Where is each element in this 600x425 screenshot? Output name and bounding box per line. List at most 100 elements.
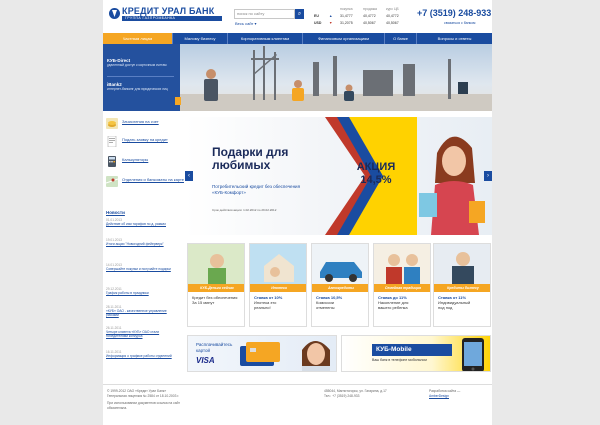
application-icon (107, 136, 117, 147)
nav-item-private[interactable]: Частным лицам (103, 33, 173, 44)
card-body: Ставка от 11% Индивидуальный под под (438, 295, 489, 310)
rates-buy-arrow: ▲ (329, 14, 333, 18)
hero-pointer-icon (175, 97, 181, 105)
sidebar-item-label: Калькуляторы (122, 157, 149, 162)
product-card-car-loan[interactable]: Автокредиты Ставка 10,5% Комиссии отмене… (311, 243, 369, 327)
map-icon (106, 176, 118, 187)
card-line: вашего ребенка (378, 305, 408, 310)
footer-address: 455044, Магнитогорск, ул. Гагарина, д.17 (324, 389, 387, 393)
promo-title: Подарки для любимых (212, 145, 289, 172)
hero-link-ibank2[interactable]: iBank2 интернет-банкинг для юридических … (107, 82, 174, 91)
card-title: Семейная традиция (374, 284, 430, 292)
news-text: Итоги акции "Новогодний фейерверк" (106, 242, 164, 246)
rates-sell: 40,4772 (363, 14, 376, 18)
nav-item-about[interactable]: О банке (385, 33, 417, 44)
rates-sell: 40,5067 (363, 21, 376, 25)
main-nav: Частным лицам Малому бизнесу Корпоративн… (103, 33, 492, 44)
card-line: За 15 минут (192, 300, 215, 305)
card-image (374, 244, 430, 284)
search-button[interactable]: ⌕ (295, 9, 304, 19)
rates-cb: 40,4772 (386, 14, 399, 18)
nav-item-corporate[interactable]: Корпоративным клиентам (228, 33, 303, 44)
rates-header-sell: продажа (363, 7, 377, 11)
logo-name[interactable]: КРЕДИТ УРАЛ БАНК (122, 6, 214, 16)
visa-banner-photo (302, 341, 330, 371)
news-text: Четыре клиента «КУБ» ОАО стали победител… (106, 330, 160, 338)
news-item[interactable]: 29.12.2011 График работы в праздники (106, 287, 176, 295)
card-title: КУБ-Деньги сейчас (188, 284, 244, 292)
search-scope-select[interactable]: Весь сайт ▾ (235, 21, 257, 26)
nav-item-faq[interactable]: Вопросы и ответы (417, 33, 492, 44)
sidebar-item-calculators[interactable]: Калькуляторы (106, 156, 188, 169)
footer-developer-link[interactable]: AmberDesign (429, 394, 449, 399)
sidebar-item-label: Зачисления на счет (122, 119, 159, 124)
card-body: Ставка от 10% Ипотека это реально! (254, 295, 305, 310)
promo-next-button[interactable]: › (484, 171, 492, 181)
hero-sidebar: КУБ-Direct удаленный доступ к карточным … (103, 44, 180, 111)
rates-cb: 40,5067 (386, 21, 399, 25)
card-body: Ставка до 11% Накопление для вашего ребе… (378, 295, 429, 310)
sidebar-item-label: Подать заявку на кредит (122, 137, 168, 142)
rates-buy: 31,4777 (340, 14, 353, 18)
rates-header-buy: покупка (340, 7, 353, 11)
search-icon: ⌕ (297, 11, 302, 17)
sidebar-item-deposits[interactable]: Зачисления на счет (106, 118, 188, 131)
product-card-business-loan[interactable]: Кредиты бизнесу Ставка от 11% Индивидуал… (433, 243, 491, 327)
news-item[interactable]: 26.11.2011 Четыре клиента «КУБ» ОАО стал… (106, 326, 176, 338)
promo-offer-label: АКЦИЯ (356, 161, 396, 173)
news-item[interactable]: 28.11.2011 «КУБ» ОАО - качественное упра… (106, 305, 176, 317)
nav-item-small-business[interactable]: Малому бизнесу (173, 33, 228, 44)
news-text: «КУБ» ОАО - качественное управление риск… (106, 309, 167, 317)
page: КРЕДИТ УРАЛ БАНК ГРУППА ГАЗПРОМБАНКА пои… (103, 0, 492, 425)
promo-banner[interactable]: Подарки для любимых Потребительский кред… (185, 117, 492, 235)
product-card-mortgage[interactable]: Ипотека Ставка от 10% Ипотека это реальн… (249, 243, 307, 327)
card-image (312, 244, 368, 284)
news-item[interactable]: 19.01.2013 Итоги акции "Новогодний фейер… (106, 238, 176, 246)
sidebar-item-label: Отделения и банкоматы на карте (122, 177, 184, 182)
visa-logo: VISA (196, 356, 215, 365)
promo-offer-value: 14,5% (360, 174, 392, 186)
search-input[interactable]: поиск по сайту (234, 9, 295, 19)
card-line: отменены (316, 305, 335, 310)
footer-note: обязательна. (107, 406, 128, 410)
news-text: Совершайте покупки и получайте подарки (106, 267, 171, 271)
card-body: Кредит без обеспечения За 15 минут (192, 295, 243, 305)
sidebar-item-branches-map[interactable]: Отделения и банкоматы на карте (106, 176, 188, 189)
kub-mobile-banner[interactable]: КУБ-Mobile Ваш банк в телефоне мобильном (341, 335, 491, 372)
kub-mobile-title: КУБ-Mobile (372, 344, 452, 356)
card-image (188, 244, 244, 284)
product-card-cash-loan[interactable]: КУБ-Деньги сейчас Кредит без обеспечения… (187, 243, 245, 327)
promo-description: Потребительский кредит без обеспечения «… (212, 184, 301, 195)
card-line: реально! (254, 305, 271, 310)
news-heading[interactable]: Новости (106, 210, 125, 215)
rates-currency: EU (314, 14, 319, 18)
footer-divider (103, 384, 492, 385)
hero-link-desc: удаленный доступ к карточным счетам (107, 63, 167, 67)
product-card-family-deposit[interactable]: Семейная традиция Ставка до 11% Накоплен… (373, 243, 431, 327)
hero-link-desc: интернет-банкинг для юридических лиц (107, 87, 168, 91)
news-item[interactable]: 16.11.2011 Информация о графике работы о… (106, 350, 176, 358)
rates-buy-arrow: ▼ (329, 21, 333, 25)
card-line: под под (438, 305, 453, 310)
news-text: Информация о графике работы отделений (106, 354, 172, 358)
rates-buy: 31,2075 (340, 21, 353, 25)
card-image (250, 244, 306, 284)
card-title: Автокредиты (312, 284, 368, 292)
visa-card-banner[interactable]: Расплачивайтесь картой VISA (187, 335, 337, 372)
news-item[interactable]: 01.01.2013 Действие об изм тарифов по д.… (106, 218, 176, 226)
contact-link[interactable]: связаться с банком (444, 21, 475, 25)
card-title: Ипотека (250, 284, 306, 292)
nav-item-financial[interactable]: Финансовым организациям (303, 33, 385, 44)
promo-offer: АКЦИЯ 14,5% (351, 161, 401, 187)
hero-link-kub-direct[interactable]: КУБ-Direct удаленный доступ к карточным … (107, 58, 174, 67)
footer-developer: Разработка сайта — (429, 389, 461, 393)
news-item[interactable]: 14.01.2013 Совершайте покупки и получайт… (106, 263, 176, 271)
phone-icon (462, 338, 484, 371)
sidebar-item-loan-application[interactable]: Подать заявку на кредит (106, 136, 188, 149)
footer-license: Генеральная лицензия № 2584 от 18.10.200… (107, 394, 180, 398)
phone-number: +7 (3519) 248-933 (417, 8, 492, 18)
visa-banner-line1: Расплачивайтесь (196, 342, 233, 347)
visa-banner-line2: картой (196, 348, 211, 353)
promo-prev-button[interactable]: ‹ (185, 171, 193, 181)
news-text: График работы в праздники (106, 291, 149, 295)
